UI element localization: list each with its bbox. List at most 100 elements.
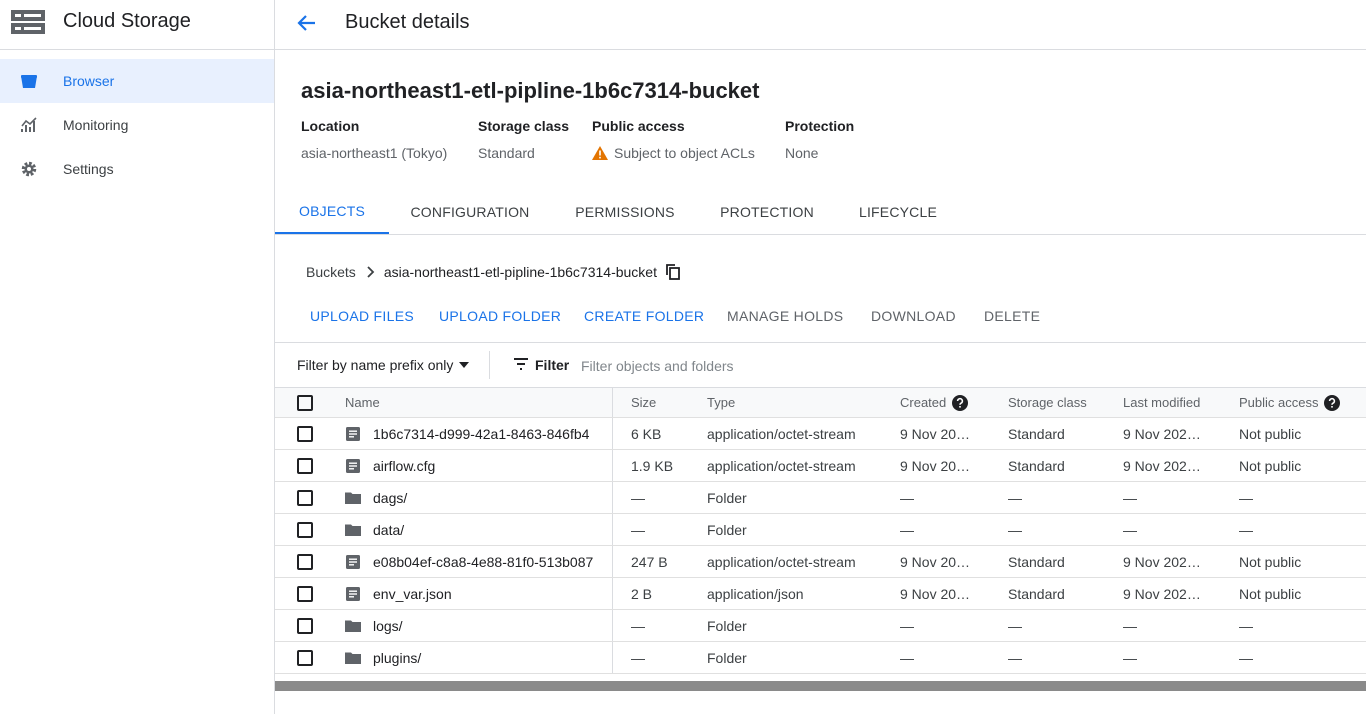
sidebar-item-label: Settings	[63, 161, 114, 177]
sidebar-item-label: Browser	[63, 73, 115, 89]
size-cell: —	[631, 649, 645, 666]
col-header-type[interactable]: Type	[707, 388, 735, 417]
object-name-link[interactable]: logs/	[373, 618, 403, 634]
storage-class-cell: —	[1008, 649, 1022, 666]
col-header-storage-class[interactable]: Storage class	[1008, 388, 1087, 417]
filter-bar: Filter by name prefix only Filter	[275, 342, 1366, 388]
object-name-link[interactable]: airflow.cfg	[373, 458, 435, 474]
row-checkbox[interactable]	[297, 649, 313, 666]
upload-files-button[interactable]: UPLOAD FILES	[310, 298, 414, 334]
horizontal-scrollbar[interactable]	[275, 681, 1366, 691]
name-cell: env_var.json	[345, 578, 603, 609]
topbar: Bucket details	[275, 0, 1366, 50]
col-header-public-access-label: Public access	[1239, 395, 1319, 410]
manage-holds-button[interactable]: MANAGE HOLDS	[727, 298, 843, 334]
help-icon[interactable]	[952, 394, 969, 411]
object-name-link[interactable]: plugins/	[373, 650, 421, 666]
size-cell: 247 B	[631, 553, 668, 570]
created-cell: —	[900, 521, 914, 538]
folder-icon	[345, 492, 361, 504]
row-select-cell	[297, 642, 313, 673]
breadcrumb-buckets-link[interactable]: Buckets	[306, 264, 356, 280]
row-checkbox[interactable]	[297, 553, 313, 570]
public-access-cell: Not public	[1239, 585, 1302, 602]
chart-icon	[21, 117, 37, 132]
folder-icon	[345, 524, 361, 536]
object-name-link[interactable]: 1b6c7314-d999-42a1-8463-846fb4	[373, 426, 589, 442]
row-checkbox[interactable]	[297, 585, 313, 602]
meta-value: Standard	[478, 145, 535, 161]
download-button[interactable]: DOWNLOAD	[871, 298, 956, 334]
row-checkbox[interactable]	[297, 521, 313, 538]
back-arrow-icon[interactable]	[293, 11, 321, 35]
storage-class-cell: —	[1008, 617, 1022, 634]
public-access-cell: —	[1239, 489, 1253, 506]
select-all-checkbox[interactable]	[297, 394, 313, 411]
filter-input[interactable]	[581, 354, 1081, 378]
col-header-name[interactable]: Name	[345, 388, 380, 417]
row-select-cell	[297, 450, 313, 481]
created-cell: —	[900, 617, 914, 634]
table-row[interactable]: 1b6c7314-d999-42a1-8463-846fb4 6 KB applic…	[275, 418, 1366, 450]
create-folder-button[interactable]: CREATE FOLDER	[584, 298, 704, 334]
last-modified-cell: 9 Nov 202…	[1123, 585, 1201, 602]
action-toolbar: UPLOAD FILES UPLOAD FOLDER CREATE FOLDER…	[275, 298, 1366, 334]
row-checkbox[interactable]	[297, 457, 313, 474]
row-checkbox[interactable]	[297, 617, 313, 634]
table-header: Name Size Type Created Storage class Las…	[275, 387, 1366, 418]
created-cell: —	[900, 649, 914, 666]
sidebar-item-monitoring[interactable]: Monitoring	[0, 103, 274, 147]
select-all-cell	[297, 388, 313, 417]
tab-configuration[interactable]: CONFIGURATION	[405, 190, 535, 234]
column-divider	[612, 418, 613, 449]
upload-folder-button[interactable]: UPLOAD FOLDER	[439, 298, 561, 334]
table-row[interactable]: plugins/ — Folder — — — —	[275, 642, 1366, 674]
last-modified-cell: —	[1123, 521, 1137, 538]
size-cell: 6 KB	[631, 425, 662, 442]
name-cell: data/	[345, 514, 603, 545]
table-row[interactable]: dags/ — Folder — — — —	[275, 482, 1366, 514]
meta-protection: Protection None	[785, 118, 854, 161]
object-name-link[interactable]: data/	[373, 522, 404, 538]
col-header-size[interactable]: Size	[631, 388, 656, 417]
type-cell: application/octet-stream	[707, 553, 856, 570]
tab-objects[interactable]: OBJECTS	[275, 190, 389, 234]
sidebar-item-browser[interactable]: Browser	[0, 59, 274, 103]
filter-mode-select[interactable]: Filter by name prefix only	[297, 357, 470, 373]
table-row[interactable]: airflow.cfg 1.9 KB application/octet-strea…	[275, 450, 1366, 482]
objects-table: Name Size Type Created Storage class Las…	[275, 387, 1366, 674]
type-cell: Folder	[707, 617, 747, 634]
public-access-cell: Not public	[1239, 553, 1302, 570]
meta-label: Storage class	[478, 118, 570, 134]
tab-permissions[interactable]: PERMISSIONS	[569, 190, 681, 234]
copy-icon[interactable]	[665, 264, 681, 280]
table-row[interactable]: env_var.json 2 B application/json 9 Nov 20……	[275, 578, 1366, 610]
meta-label: Location	[301, 118, 360, 134]
filter-mode-label: Filter by name prefix only	[297, 357, 454, 373]
created-cell: 9 Nov 20…	[900, 553, 971, 570]
sidebar-item-settings[interactable]: Settings	[0, 147, 274, 191]
filter-icon	[514, 358, 528, 370]
col-header-created[interactable]: Created	[900, 388, 969, 417]
row-checkbox[interactable]	[297, 489, 313, 506]
col-header-last-modified[interactable]: Last modified	[1123, 388, 1200, 417]
object-name-link[interactable]: dags/	[373, 490, 407, 506]
tab-protection[interactable]: PROTECTION	[715, 190, 819, 234]
name-cell: airflow.cfg	[345, 450, 603, 481]
delete-button[interactable]: DELETE	[984, 298, 1040, 334]
name-cell: plugins/	[345, 642, 603, 673]
table-row[interactable]: data/ — Folder — — — —	[275, 514, 1366, 546]
object-name-link[interactable]: env_var.json	[373, 586, 452, 602]
help-icon[interactable]	[1324, 394, 1341, 411]
tab-lifecycle[interactable]: LIFECYCLE	[853, 190, 943, 234]
meta-location: Location asia-northeast1 (Tokyo)	[301, 118, 447, 161]
table-row[interactable]: e08b04ef-c8a8-4e88-81f0-513b087 247 B appl…	[275, 546, 1366, 578]
type-cell: application/json	[707, 585, 804, 602]
row-checkbox[interactable]	[297, 425, 313, 442]
meta-value: Subject to object ACLs	[614, 145, 755, 161]
storage-class-cell: Standard	[1008, 425, 1065, 442]
object-name-link[interactable]: e08b04ef-c8a8-4e88-81f0-513b087	[373, 554, 593, 570]
col-header-public-access[interactable]: Public access	[1239, 388, 1341, 417]
table-row[interactable]: logs/ — Folder — — — —	[275, 610, 1366, 642]
storage-icon	[11, 10, 45, 34]
